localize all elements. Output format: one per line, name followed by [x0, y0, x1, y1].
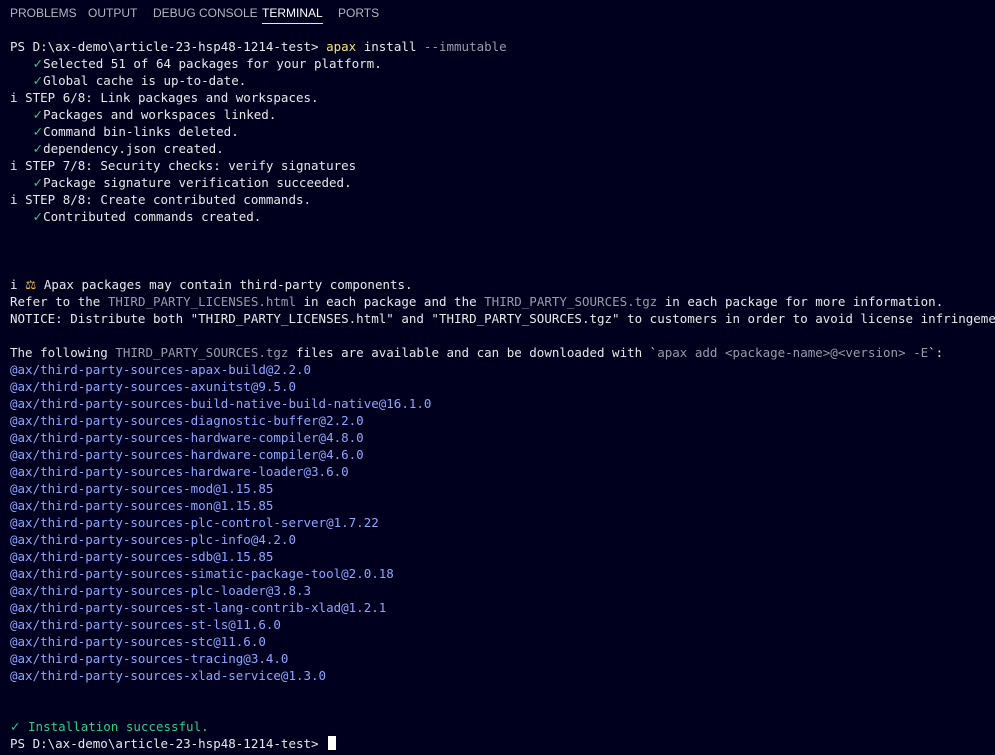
panel-tab-bar: PROBLEMS OUTPUT DEBUG CONSOLE TERMINAL P… — [0, 0, 995, 28]
package-item: @ax/third-party-sources-plc-control-serv… — [10, 515, 379, 530]
text-cursor — [328, 736, 337, 750]
step-result-line: ✓Package signature verification succeede… — [10, 174, 352, 191]
command-program: apax — [326, 39, 357, 54]
command-flag: --immutable — [423, 39, 507, 54]
sources-file-name-2: THIRD_PARTY_SOURCES.tgz — [115, 345, 289, 360]
step-result-line: ✓Contributed commands created. — [10, 208, 262, 225]
notice-text-4a: The following — [10, 345, 116, 360]
step-header-line: i STEP 6/8: Link packages and workspaces… — [10, 89, 319, 106]
package-item: @ax/third-party-sources-tracing@3.4.0 — [10, 651, 289, 666]
sources-file-name: THIRD_PARTY_SOURCES.tgz — [484, 294, 658, 309]
notice-line-1: i ⚖ Apax packages may contain third-part… — [10, 276, 413, 293]
step-text: dependency.json created. — [43, 141, 224, 156]
check-icon: ✓ — [32, 107, 44, 122]
check-icon: ✓ — [32, 56, 44, 71]
tab-debug-console[interactable]: DEBUG CONSOLE — [153, 6, 258, 20]
check-icon: ✓ — [32, 209, 44, 224]
command-line: PS D:\ax-demo\article-23-hsp48-1214-test… — [10, 38, 507, 55]
step-result-line: ✓Global cache is up-to-date. — [10, 72, 247, 89]
step-header-line: i STEP 7/8: Security checks: verify sign… — [10, 157, 356, 174]
step-text: Packages and workspaces linked. — [43, 107, 277, 122]
package-item: @ax/third-party-sources-axunitst@9.5.0 — [10, 379, 296, 394]
package-item: @ax/third-party-sources-hardware-compile… — [10, 447, 364, 462]
notice-text-4c: `: — [928, 345, 944, 360]
success-text: Installation successful. — [28, 719, 209, 734]
notice-text-3: NOTICE: Distribute both "THIRD_PARTY_LIC… — [10, 311, 995, 326]
package-item: @ax/third-party-sources-plc-info@4.2.0 — [10, 532, 296, 547]
step-result-line: ✓Packages and workspaces linked. — [10, 106, 277, 123]
check-icon: ✓ — [10, 719, 21, 734]
scales-icon: ⚖ — [25, 277, 37, 292]
check-icon: ✓ — [32, 73, 44, 88]
step-result-line: ✓Selected 51 of 64 packages for your pla… — [10, 55, 382, 72]
tab-output[interactable]: OUTPUT — [88, 6, 137, 20]
step-text: Selected 51 of 64 packages for your plat… — [43, 56, 382, 71]
step-text: STEP 8/8: Create contributed commands. — [25, 192, 312, 207]
package-item: @ax/third-party-sources-st-lang-contrib-… — [10, 600, 387, 615]
notice-line-2: Refer to the THIRD_PARTY_LICENSES.html i… — [10, 293, 943, 310]
package-item: @ax/third-party-sources-plc-loader@3.8.3 — [10, 583, 312, 598]
check-icon: ✓ — [32, 124, 44, 139]
check-icon: ✓ — [32, 175, 44, 190]
package-item: @ax/third-party-sources-xlad-service@1.3… — [10, 668, 327, 683]
info-marker: i — [10, 277, 18, 292]
package-item: @ax/third-party-sources-apax-build@2.2.0 — [10, 362, 312, 377]
check-icon: ✓ — [32, 141, 44, 156]
info-marker: i — [10, 90, 18, 105]
tab-terminal-label: TERMINAL — [262, 6, 323, 20]
package-item: @ax/third-party-sources-build-native-bui… — [10, 396, 432, 411]
step-text: Contributed commands created. — [43, 209, 262, 224]
notice-text-2c: in each package for more information. — [657, 294, 944, 309]
step-text: Package signature verification succeeded… — [43, 175, 352, 190]
notice-line-3: NOTICE: Distribute both "THIRD_PARTY_LIC… — [10, 310, 995, 327]
prompt: PS D:\ax-demo\article-23-hsp48-1214-test… — [10, 39, 327, 54]
package-item: @ax/third-party-sources-diagnostic-buffe… — [10, 413, 364, 428]
notice-text-2b: in each package and the — [296, 294, 485, 309]
notice-text-1: Apax packages may contain third-party co… — [43, 277, 413, 292]
apax-add-command: apax add <package-name>@<version> -E — [657, 345, 929, 360]
final-prompt: PS D:\ax-demo\article-23-hsp48-1214-test… — [10, 736, 327, 751]
tab-ports[interactable]: PORTS — [338, 6, 379, 20]
package-item: @ax/third-party-sources-mod@1.15.85 — [10, 481, 274, 496]
tab-terminal[interactable]: TERMINAL — [262, 6, 323, 24]
package-item: @ax/third-party-sources-sdb@1.15.85 — [10, 549, 274, 564]
step-text: Command bin-links deleted. — [43, 124, 239, 139]
package-item: @ax/third-party-sources-st-ls@11.6.0 — [10, 617, 281, 632]
notice-text-2a: Refer to the — [10, 294, 108, 309]
final-prompt-line[interactable]: PS D:\ax-demo\article-23-hsp48-1214-test… — [10, 735, 337, 752]
package-item: @ax/third-party-sources-stc@11.6.0 — [10, 634, 266, 649]
success-line: ✓ Installation successful. — [10, 718, 209, 735]
active-tab-underline — [262, 23, 323, 24]
step-text: STEP 7/8: Security checks: verify signat… — [25, 158, 357, 173]
licenses-file-name: THIRD_PARTY_LICENSES.html — [107, 294, 296, 309]
package-item: @ax/third-party-sources-hardware-loader@… — [10, 464, 349, 479]
info-marker: i — [10, 192, 18, 207]
package-item: @ax/third-party-sources-mon@1.15.85 — [10, 498, 274, 513]
step-text: STEP 6/8: Link packages and workspaces. — [25, 90, 319, 105]
step-text: Global cache is up-to-date. — [43, 73, 247, 88]
package-item: @ax/third-party-sources-hardware-compile… — [10, 430, 364, 445]
command-args: install — [356, 39, 424, 54]
notice-line-4: The following THIRD_PARTY_SOURCES.tgz fi… — [10, 344, 943, 361]
info-marker: i — [10, 158, 18, 173]
step-result-line: ✓Command bin-links deleted. — [10, 123, 239, 140]
step-header-line: i STEP 8/8: Create contributed commands. — [10, 191, 311, 208]
notice-text-4b: files are available and can be downloade… — [288, 345, 658, 360]
package-item: @ax/third-party-sources-simatic-package-… — [10, 566, 394, 581]
step-result-line: ✓dependency.json created. — [10, 140, 224, 157]
tab-problems[interactable]: PROBLEMS — [10, 6, 77, 20]
